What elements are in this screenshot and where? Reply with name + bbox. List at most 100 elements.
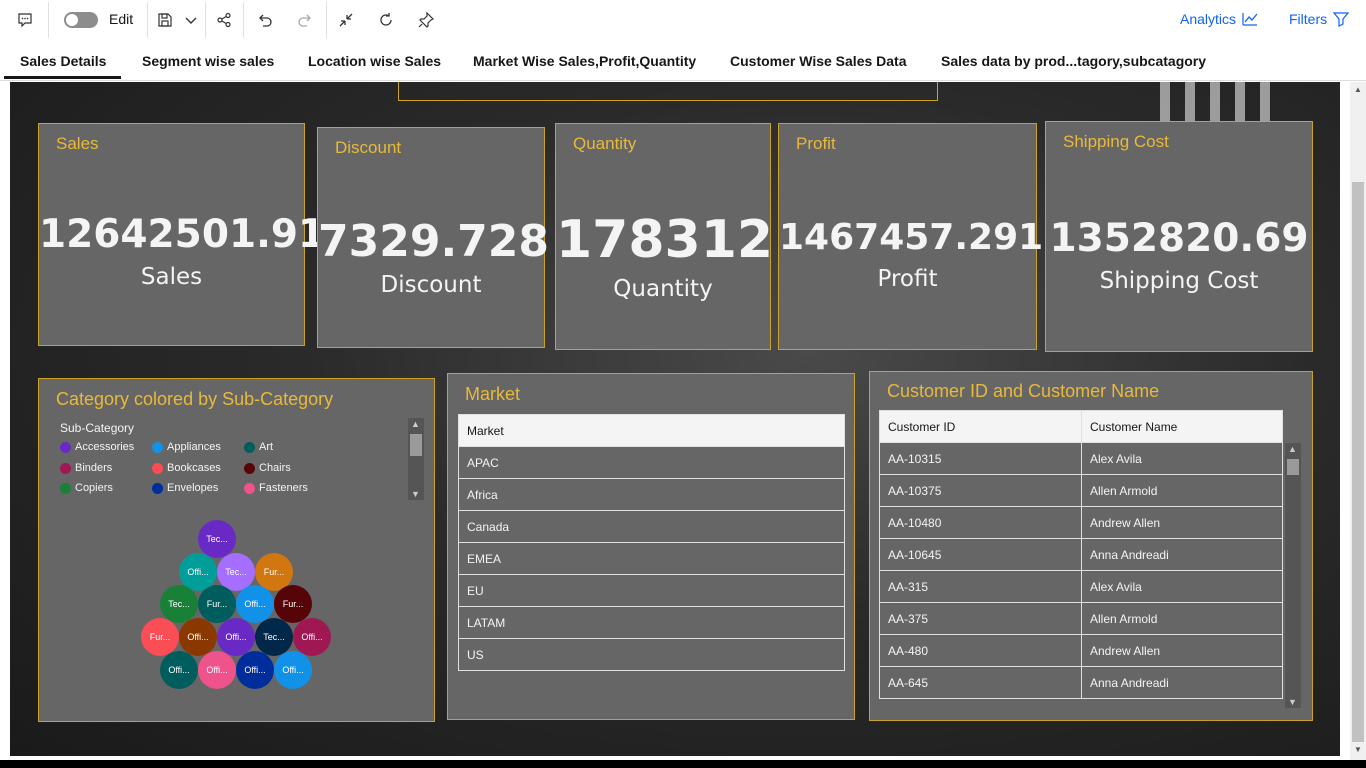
- table-cell[interactable]: Andrew Allen: [1081, 506, 1283, 539]
- customer-panel[interactable]: Customer ID and Customer Name Customer I…: [869, 371, 1313, 721]
- collapse-icon[interactable]: [337, 10, 355, 30]
- bubble[interactable]: Fur...: [274, 585, 312, 623]
- column-header[interactable]: Customer ID: [879, 410, 1082, 443]
- analytics-button[interactable]: Analytics: [1180, 11, 1258, 27]
- table-cell[interactable]: Alex Avila: [1081, 570, 1283, 603]
- refresh-icon[interactable]: [377, 10, 395, 30]
- table-cell[interactable]: AA-10480: [879, 506, 1082, 539]
- share-icon[interactable]: [215, 10, 233, 30]
- bubble[interactable]: Offi...: [293, 618, 331, 656]
- table-row[interactable]: Canada: [458, 510, 845, 543]
- table-row[interactable]: EU: [458, 574, 845, 607]
- chevron-down-icon[interactable]: [183, 10, 199, 30]
- legend-item[interactable]: Envelopes: [152, 482, 218, 494]
- kpi-profit[interactable]: Profit 1467457.291 Profit: [778, 123, 1043, 350]
- table-cell[interactable]: EU: [458, 574, 845, 607]
- table-row[interactable]: AA-315 Alex Avila: [879, 570, 1283, 603]
- table-cell[interactable]: Andrew Allen: [1081, 634, 1283, 667]
- legend-item[interactable]: Chairs: [244, 462, 291, 474]
- comment-icon[interactable]: [16, 10, 34, 30]
- pin-icon[interactable]: [417, 10, 435, 30]
- save-icon[interactable]: [156, 10, 174, 30]
- bubble[interactable]: Offi...: [236, 585, 274, 623]
- tab-sales-details[interactable]: Sales Details: [20, 53, 106, 69]
- table-cell[interactable]: APAC: [458, 446, 845, 479]
- legend-scrollbar[interactable]: ▲ ▼: [408, 418, 424, 500]
- table-cell[interactable]: AA-480: [879, 634, 1082, 667]
- bubble[interactable]: Offi...: [274, 651, 312, 689]
- scroll-thumb[interactable]: [410, 434, 422, 456]
- table-cell[interactable]: Africa: [458, 478, 845, 511]
- bubble[interactable]: Offi...: [236, 651, 274, 689]
- tab-market-wise-sales[interactable]: Market Wise Sales,Profit,Quantity: [473, 53, 696, 69]
- page-scrollbar[interactable]: ▲ ▼: [1350, 82, 1366, 760]
- bubble[interactable]: Tec...: [198, 520, 236, 558]
- table-cell[interactable]: Allen Armold: [1081, 602, 1283, 635]
- legend-item[interactable]: Fasteners: [244, 482, 308, 494]
- table-row[interactable]: AA-480 Andrew Allen: [879, 634, 1283, 667]
- column-header[interactable]: Market: [458, 414, 845, 447]
- category-chart-panel[interactable]: Category colored by Sub-Category Sub-Cat…: [38, 378, 435, 722]
- kpi-shipping-cost[interactable]: Shipping Cost 1352820.69 Shipping Cost: [1045, 121, 1313, 352]
- bubble[interactable]: Offi...: [217, 618, 255, 656]
- table-row[interactable]: AA-10645 Anna Andreadi: [879, 538, 1283, 571]
- scroll-up-icon[interactable]: ▲: [411, 419, 420, 429]
- filters-button[interactable]: Filters: [1289, 11, 1350, 27]
- table-cell[interactable]: AA-10645: [879, 538, 1082, 571]
- redo-icon[interactable]: [296, 10, 314, 30]
- tab-sales-by-product[interactable]: Sales data by prod...tagory,subcatagory: [941, 53, 1206, 69]
- table-row[interactable]: AA-10480 Andrew Allen: [879, 506, 1283, 539]
- table-cell[interactable]: AA-10315: [879, 442, 1082, 475]
- table-row[interactable]: US: [458, 638, 845, 671]
- kpi-sales[interactable]: Sales 12642501.91 Sales: [38, 123, 325, 346]
- table-row[interactable]: AA-645 Anna Andreadi: [879, 666, 1283, 699]
- table-row[interactable]: AA-10375 Allen Armold: [879, 474, 1283, 507]
- bubble[interactable]: Fur...: [141, 618, 179, 656]
- undo-icon[interactable]: [256, 10, 274, 30]
- table-row[interactable]: Africa: [458, 478, 845, 511]
- table-row[interactable]: LATAM: [458, 606, 845, 639]
- column-header[interactable]: Customer Name: [1081, 410, 1283, 443]
- scroll-thumb[interactable]: [1287, 459, 1299, 475]
- legend-item[interactable]: Accessories: [60, 441, 134, 453]
- kpi-quantity[interactable]: Quantity 178312 Quantity: [555, 123, 773, 350]
- tab-location-wise-sales[interactable]: Location wise Sales: [308, 53, 441, 69]
- customer-table-scrollbar[interactable]: ▲ ▼: [1285, 443, 1301, 708]
- tab-segment-wise-sales[interactable]: Segment wise sales: [142, 53, 274, 69]
- bubble[interactable]: Tec...: [160, 585, 198, 623]
- table-cell[interactable]: US: [458, 638, 845, 671]
- table-cell[interactable]: Anna Andreadi: [1081, 666, 1283, 699]
- legend-item[interactable]: Copiers: [60, 482, 113, 494]
- edit-toggle[interactable]: [64, 12, 98, 28]
- scroll-down-icon[interactable]: ▼: [1354, 746, 1362, 754]
- table-row[interactable]: EMEA: [458, 542, 845, 575]
- scroll-up-icon[interactable]: ▲: [1288, 444, 1297, 454]
- scroll-down-icon[interactable]: ▼: [1288, 697, 1297, 707]
- table-row[interactable]: APAC: [458, 446, 845, 479]
- table-cell[interactable]: AA-375: [879, 602, 1082, 635]
- bubble[interactable]: Tec...: [255, 618, 293, 656]
- table-cell[interactable]: Allen Armold: [1081, 474, 1283, 507]
- table-cell[interactable]: Anna Andreadi: [1081, 538, 1283, 571]
- table-cell[interactable]: EMEA: [458, 542, 845, 575]
- bubble[interactable]: Offi...: [198, 651, 236, 689]
- bubble[interactable]: Offi...: [179, 618, 217, 656]
- scroll-up-icon[interactable]: ▲: [1354, 86, 1362, 94]
- table-cell[interactable]: Alex Avila: [1081, 442, 1283, 475]
- table-cell[interactable]: AA-645: [879, 666, 1082, 699]
- tab-customer-wise-sales[interactable]: Customer Wise Sales Data: [730, 53, 907, 69]
- table-cell[interactable]: LATAM: [458, 606, 845, 639]
- table-cell[interactable]: AA-10375: [879, 474, 1082, 507]
- table-cell[interactable]: AA-315: [879, 570, 1082, 603]
- legend-item[interactable]: Bookcases: [152, 462, 221, 474]
- scroll-down-icon[interactable]: ▼: [411, 489, 420, 499]
- kpi-discount[interactable]: Discount 7329.728 Discount: [317, 127, 549, 348]
- legend-item[interactable]: Art: [244, 441, 273, 453]
- bubble[interactable]: Fur...: [198, 585, 236, 623]
- table-row[interactable]: AA-375 Allen Armold: [879, 602, 1283, 635]
- table-cell[interactable]: Canada: [458, 510, 845, 543]
- table-row[interactable]: AA-10315 Alex Avila: [879, 442, 1283, 475]
- legend-item[interactable]: Appliances: [152, 441, 221, 453]
- scroll-thumb[interactable]: [1352, 182, 1364, 742]
- bubble[interactable]: Offi...: [160, 651, 198, 689]
